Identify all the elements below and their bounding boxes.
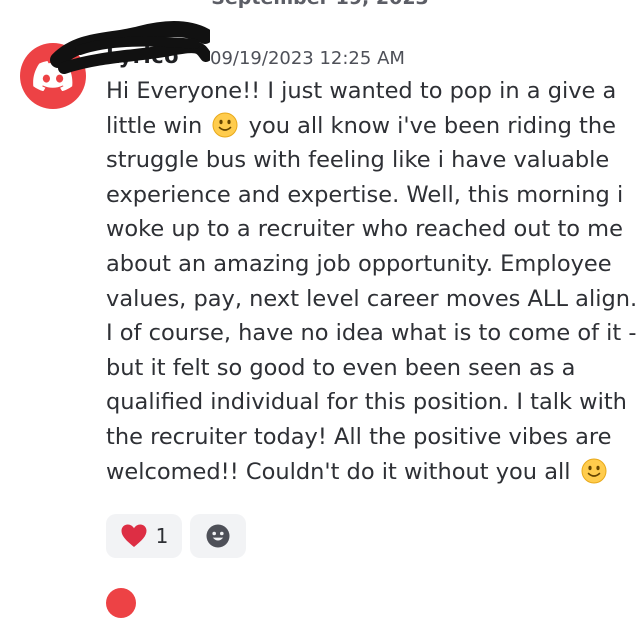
red-heart-icon bbox=[121, 524, 147, 547]
message-content: Hi Everyone!! I just wanted to pop in a … bbox=[106, 74, 638, 490]
message-line: the recruiter today! All the positive vi… bbox=[106, 423, 612, 450]
message-line: little win you all know i've been riding… bbox=[106, 109, 626, 144]
message-timestamp: 09/19/2023 12:25 AM bbox=[210, 48, 405, 69]
reactions-bar: 1 bbox=[106, 514, 246, 558]
message-line: Hi Everyone!! I just wanted to pop in a … bbox=[106, 78, 617, 104]
message-text: you all know i've been riding the bbox=[248, 112, 616, 139]
message-line: struggle bus with feeling like i have va… bbox=[106, 147, 610, 174]
date-divider: September 19, 2023 bbox=[0, 0, 640, 9]
reaction-count: 1 bbox=[155, 524, 169, 548]
add-reaction-icon bbox=[206, 524, 230, 548]
message-text: welcomed!! Couldn't do it without you al… bbox=[106, 458, 571, 485]
slightly-smiling-face-emoji-icon bbox=[581, 458, 607, 484]
message-line: but it felt so good to even been seen as… bbox=[106, 354, 576, 381]
slightly-smiling-face-emoji-icon bbox=[212, 112, 238, 138]
message-line: woke up to a recruiter who reached out t… bbox=[106, 216, 623, 243]
message-line: about an amazing job opportunity. Employ… bbox=[106, 250, 612, 277]
add-reaction-button[interactable] bbox=[190, 514, 246, 558]
message-line: welcomed!! Couldn't do it without you al… bbox=[106, 455, 626, 490]
message-line: values, pay, next level career moves ALL… bbox=[106, 285, 638, 312]
heart-reaction-button[interactable]: 1 bbox=[106, 514, 182, 558]
message-line: I of course, have no idea what is to com… bbox=[106, 320, 637, 347]
message-line: experience and expertise. Well, this mor… bbox=[106, 181, 624, 208]
message-line: qualified individual for this position. … bbox=[106, 389, 627, 416]
message-text: little win bbox=[106, 112, 203, 139]
next-message-avatar[interactable] bbox=[106, 588, 136, 618]
redaction-scribble bbox=[50, 20, 210, 74]
